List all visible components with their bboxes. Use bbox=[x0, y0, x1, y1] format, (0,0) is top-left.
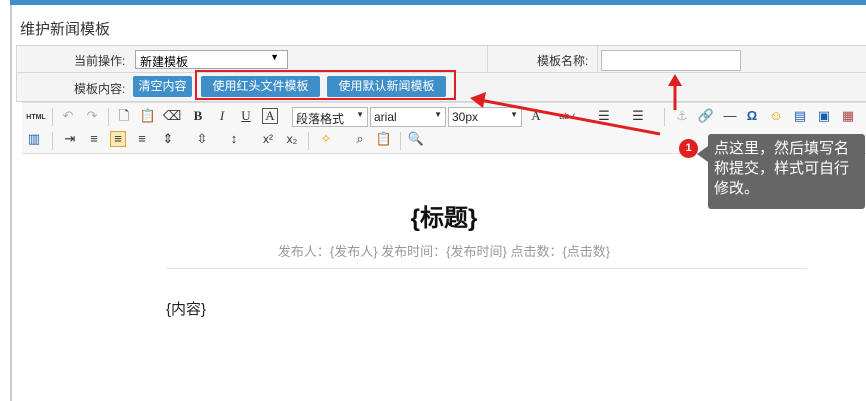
paragraph-spacing-icon[interactable]: ⇳ bbox=[194, 131, 210, 147]
preview-icon[interactable]: 🔍 bbox=[408, 131, 424, 147]
redo-icon[interactable]: ↷ bbox=[84, 108, 100, 124]
template-content-label: 模板内容: bbox=[74, 82, 126, 96]
insert-image-icon[interactable]: ▣ bbox=[816, 108, 832, 124]
magic-wand-icon[interactable]: ✧ bbox=[318, 131, 334, 147]
font-size-value: 30px bbox=[452, 110, 479, 124]
line-height-icon[interactable]: ⇕ bbox=[160, 131, 176, 147]
divider bbox=[664, 108, 665, 126]
font-family-value: arial bbox=[374, 110, 397, 124]
spellcheck-icon[interactable]: ab✓ bbox=[559, 108, 577, 124]
horizontal-rule-icon[interactable]: — bbox=[722, 108, 738, 124]
bullet-list-icon[interactable]: ☰ bbox=[596, 108, 612, 124]
html-source-icon[interactable]: HTML bbox=[26, 107, 46, 127]
template-name-input[interactable] bbox=[601, 50, 741, 71]
chevron-down-icon: ▼ bbox=[356, 110, 364, 119]
align-right-icon[interactable]: ≡ bbox=[134, 131, 150, 147]
numbered-list-icon[interactable]: ☰ bbox=[630, 108, 646, 124]
paste-icon[interactable]: 📋 bbox=[140, 108, 156, 124]
font-size-select[interactable]: 30px ▼ bbox=[448, 107, 522, 127]
divider bbox=[308, 132, 309, 150]
clear-content-button[interactable]: 清空内容 bbox=[133, 76, 192, 97]
annotation-badge: 1 bbox=[679, 139, 698, 158]
annotation-text: 点这里，然后填写名称提交，样式可自行修改。 bbox=[714, 140, 850, 197]
new-document-icon[interactable]: 🗋 bbox=[116, 108, 132, 124]
superscript-icon[interactable]: x² bbox=[260, 131, 276, 147]
template-name-label: 模板名称: bbox=[537, 54, 589, 68]
search-replace-icon[interactable]: ⌕ bbox=[352, 131, 368, 147]
font-family-select[interactable]: arial ▼ bbox=[370, 107, 446, 127]
chevron-down-icon: ▼ bbox=[270, 52, 279, 62]
undo-icon[interactable]: ↶ bbox=[60, 108, 76, 124]
divider bbox=[167, 268, 807, 269]
link-icon[interactable]: 🔗 bbox=[698, 108, 714, 124]
left-border bbox=[10, 5, 12, 401]
paragraph-format-select[interactable]: 段落格式 ▼ bbox=[292, 107, 368, 127]
operation-select-value: 新建模板 bbox=[140, 55, 189, 69]
image-gallery-icon[interactable]: ▦ bbox=[840, 108, 856, 124]
top-accent-line bbox=[10, 0, 866, 5]
divider bbox=[597, 46, 598, 73]
tooltip-pointer bbox=[697, 146, 708, 162]
underline-icon[interactable]: U bbox=[238, 108, 254, 124]
document-content: {内容} bbox=[166, 301, 207, 318]
eraser-icon[interactable]: ⌫ bbox=[163, 108, 181, 124]
operation-select[interactable]: 新建模板 ▼ bbox=[135, 50, 288, 69]
divider bbox=[400, 132, 401, 150]
form-row-operation: 当前操作: 新建模板 ▼ 模板名称: bbox=[17, 46, 866, 73]
annotation-tooltip: 点这里，然后填写名称提交，样式可自行修改。 bbox=[708, 134, 865, 209]
annotation-highlight-box bbox=[195, 70, 456, 100]
italic-icon[interactable]: I bbox=[214, 108, 230, 124]
divider bbox=[52, 132, 53, 150]
operation-label: 当前操作: bbox=[74, 54, 126, 68]
align-center-icon[interactable]: ≡ bbox=[110, 131, 126, 147]
letter-spacing-icon[interactable]: ↕ bbox=[226, 131, 242, 147]
anchor-icon[interactable]: ⚓ bbox=[674, 108, 690, 124]
document-meta: 发布人：{发布人} 发布时间：{发布时间} 点击数：{点击数} bbox=[277, 244, 611, 259]
page-title: 维护新闻模板 bbox=[20, 21, 111, 38]
indent-icon[interactable]: ⇥ bbox=[62, 131, 78, 147]
divider bbox=[108, 108, 109, 126]
chevron-down-icon: ▼ bbox=[434, 110, 442, 119]
video-icon[interactable]: ▤ bbox=[792, 108, 808, 124]
divider bbox=[487, 46, 488, 73]
bold-icon[interactable]: B bbox=[190, 108, 206, 124]
page: 维护新闻模板 当前操作: 新建模板 ▼ 模板名称: 模板内容: 清空内容 使用红… bbox=[0, 0, 866, 401]
clipboard-icon[interactable]: 📋 bbox=[376, 131, 392, 147]
font-color-icon[interactable]: A bbox=[528, 108, 544, 124]
subscript-icon[interactable]: x₂ bbox=[284, 131, 300, 147]
paragraph-format-value: 段落格式 bbox=[296, 112, 345, 126]
chevron-down-icon: ▼ bbox=[510, 110, 518, 119]
font-border-icon[interactable]: A bbox=[262, 108, 278, 124]
emoticon-icon[interactable]: ☺ bbox=[768, 108, 784, 124]
template-icon[interactable]: ▥ bbox=[26, 131, 42, 147]
align-left-icon[interactable]: ≡ bbox=[86, 131, 102, 147]
special-char-icon[interactable]: Ω bbox=[744, 108, 760, 124]
divider bbox=[52, 108, 53, 126]
